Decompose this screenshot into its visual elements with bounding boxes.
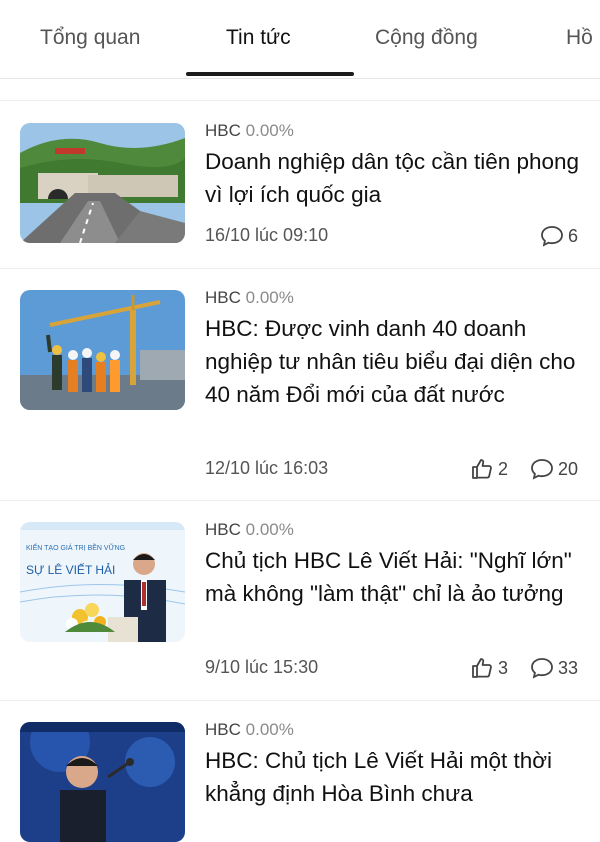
like-count: 3 xyxy=(497,657,508,678)
stock-tag[interactable]: HBC 0.00% xyxy=(205,720,294,740)
article-title[interactable]: HBC: Được vinh danh 40 doanh nghiệp tư n… xyxy=(205,312,585,411)
speaker-microphone-image xyxy=(20,722,185,842)
tunnel-highway-image xyxy=(20,123,185,243)
thumbnail-caption: SỰ LÊ VIẾT HẢI xyxy=(26,562,115,577)
article-stats: 2 20 xyxy=(470,458,578,480)
article-list-item[interactable]: HBC 0.00% Doanh nghiệp dân tộc cần tiên … xyxy=(0,101,600,269)
price-change: 0.00% xyxy=(245,720,294,739)
article-stats: 6 xyxy=(540,225,578,247)
comment-icon[interactable] xyxy=(540,225,564,247)
construction-workers-image xyxy=(20,290,185,410)
comment-count: 33 xyxy=(557,657,578,678)
article-date: 9/10 lúc 15:30 xyxy=(205,657,319,677)
tab-community[interactable]: Cộng đồng xyxy=(375,26,478,50)
article-title[interactable]: Chủ tịch HBC Lê Viết Hải: "Nghĩ lớn" mà … xyxy=(205,544,585,610)
tab-bar: Tổng quan Tin tức Cộng đồng Hồ xyxy=(0,0,600,79)
price-change: 0.00% xyxy=(245,520,294,539)
article-list-item[interactable]: KIẾN TẠO GIÁ TRỊ BỀN VỮNG SỰ LÊ VIẾT HẢI… xyxy=(0,500,600,701)
ticker-symbol: HBC xyxy=(205,520,241,539)
speaker-podium-image: KIẾN TẠO GIÁ TRỊ BỀN VỮNG SỰ LÊ VIẾT HẢI xyxy=(20,522,185,642)
article-list-item[interactable]: HBC 0.00% HBC: Được vinh danh 40 doanh n… xyxy=(0,268,600,501)
comment-icon[interactable] xyxy=(530,458,554,480)
article-title[interactable]: HBC: Chủ tịch Lê Viết Hải một thời khẳng… xyxy=(205,744,585,810)
stock-tag[interactable]: HBC 0.00% xyxy=(205,121,294,141)
like-icon[interactable] xyxy=(470,657,494,679)
ticker-symbol: HBC xyxy=(205,121,241,140)
ticker-symbol: HBC xyxy=(205,720,241,739)
price-change: 0.00% xyxy=(245,288,294,307)
stock-tag[interactable]: HBC 0.00% xyxy=(205,520,294,540)
comment-icon[interactable] xyxy=(530,657,554,679)
tab-profile[interactable]: Hồ xyxy=(566,26,593,50)
price-change: 0.00% xyxy=(245,121,294,140)
like-icon[interactable] xyxy=(470,458,494,480)
comment-count: 20 xyxy=(557,458,578,479)
article-date: 12/10 lúc 16:03 xyxy=(205,458,329,478)
like-count: 2 xyxy=(497,458,508,479)
article-date: 16/10 lúc 09:10 xyxy=(205,225,329,245)
article-stats: 3 33 xyxy=(470,657,578,679)
ticker-symbol: HBC xyxy=(205,288,241,307)
tab-overview[interactable]: Tổng quan xyxy=(40,26,140,50)
active-tab-indicator xyxy=(186,72,354,76)
article-list-item[interactable]: HBC 0.00% HBC: Chủ tịch Lê Viết Hải một … xyxy=(0,700,600,842)
comment-count: 6 xyxy=(567,225,578,246)
stock-tag[interactable]: HBC 0.00% xyxy=(205,288,294,308)
article-title[interactable]: Doanh nghiệp dân tộc cần tiên phong vì l… xyxy=(205,145,585,211)
list-item-partial[interactable] xyxy=(0,78,600,101)
tab-news[interactable]: Tin tức xyxy=(226,26,291,50)
